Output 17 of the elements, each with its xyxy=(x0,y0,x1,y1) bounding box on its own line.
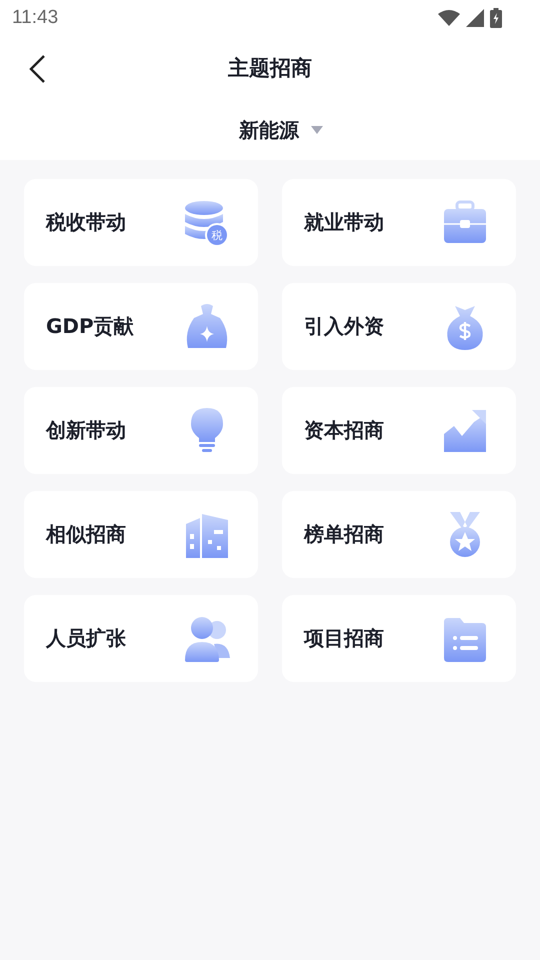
category-card[interactable]: GDP贡献 xyxy=(24,283,258,370)
category-card[interactable]: 税收带动 税 xyxy=(24,179,258,266)
category-card[interactable]: 项目招商 xyxy=(282,595,516,682)
page-title: 主题招商 xyxy=(228,55,312,82)
caret-icon xyxy=(311,126,323,134)
category-card[interactable]: 资本招商 xyxy=(282,387,516,474)
wifi-icon xyxy=(438,10,460,26)
category-card[interactable]: 相似招商 xyxy=(24,491,258,578)
category-card[interactable]: 引入外资 xyxy=(282,283,516,370)
category-card[interactable]: 人员扩张 xyxy=(24,595,258,682)
category-card[interactable]: 就业带动 xyxy=(282,179,516,266)
category-card[interactable]: 创新带动 xyxy=(24,387,258,474)
signal-icon xyxy=(466,9,484,27)
status-time: 11:43 xyxy=(12,7,58,29)
category-dropdown[interactable]: 新能源 xyxy=(235,112,327,148)
category-card[interactable]: 榜单招商 xyxy=(282,491,516,578)
battery-icon xyxy=(490,8,502,28)
